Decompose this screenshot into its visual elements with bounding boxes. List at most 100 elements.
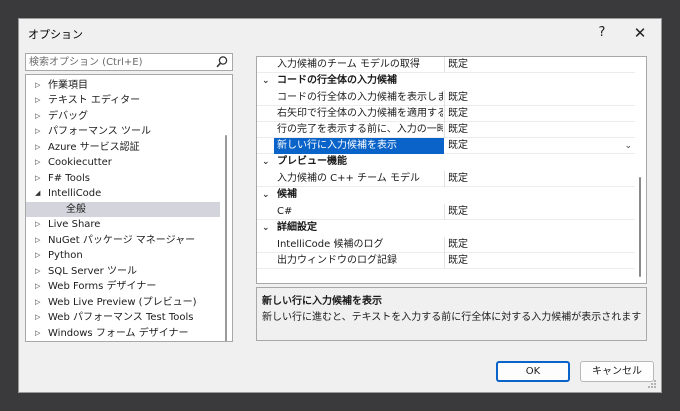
tree-item-nuget[interactable]: ▷ NuGet パッケージ マネージャー <box>26 233 220 248</box>
property-value[interactable]: 既定 <box>448 253 468 269</box>
column-divider <box>444 204 445 220</box>
tree-item-label: 作業項目 <box>48 80 88 91</box>
tree-item-debug[interactable]: ▷ デバッグ <box>26 109 220 124</box>
property-row[interactable]: 右矢印で行全体の入力候補を適用する 既定 <box>257 106 635 122</box>
property-row[interactable]: C# 既定 <box>257 204 635 220</box>
property-value[interactable]: 既定 <box>448 171 468 187</box>
property-name: 行の完了を表示する前に、入力の一時停止を待機します <box>277 124 443 135</box>
property-name: 入力候補のチーム モデルの取得 <box>277 59 420 70</box>
title-bar: オプション ? ✕ <box>19 19 661 47</box>
tree-scrollbar[interactable] <box>225 135 227 341</box>
expand-arrow-icon[interactable]: ▷ <box>35 155 40 170</box>
expand-arrow-icon[interactable]: ▷ <box>35 233 40 248</box>
property-name: IntelliCode 候補のログ <box>277 239 384 250</box>
tree-item-fsharp-tools[interactable]: ▷ F# Tools <box>26 171 220 186</box>
tree-item-label: NuGet パッケージ マネージャー <box>48 235 196 246</box>
collapse-icon[interactable]: ⌄ <box>262 220 270 236</box>
tree-item-web-forms-designer[interactable]: ▷ Web Forms デザイナー <box>26 279 220 294</box>
category-label: プレビュー機能 <box>277 156 347 167</box>
expand-arrow-icon[interactable]: ▷ <box>35 295 40 310</box>
tree-item-label: Live Share <box>48 219 101 230</box>
tree-item-performance-tools[interactable]: ▷ パフォーマンス ツール <box>26 124 220 139</box>
search-icon[interactable] <box>215 55 229 69</box>
column-divider <box>444 122 445 138</box>
property-name: 右矢印で行全体の入力候補を適用する <box>277 108 443 119</box>
tree-item-sql-server-tools[interactable]: ▷ SQL Server ツール <box>26 264 220 279</box>
property-value[interactable]: 既定 <box>448 57 468 73</box>
collapse-icon[interactable]: ⌄ <box>262 73 270 89</box>
property-name: コードの行全体の入力候補を表示します <box>277 92 443 103</box>
expand-arrow-icon[interactable]: ▷ <box>35 279 40 294</box>
grid-scrollbar[interactable] <box>639 177 641 277</box>
cancel-button[interactable]: キャンセル <box>580 361 654 382</box>
column-divider <box>444 90 445 106</box>
collapse-icon[interactable]: ⌄ <box>262 187 270 203</box>
property-row-selected[interactable]: 新しい行に入力候補を表示 既定 ⌄ <box>257 138 635 154</box>
tree-item-label: Python <box>48 250 83 261</box>
column-divider <box>444 57 445 73</box>
expand-arrow-icon[interactable]: ▷ <box>35 217 40 232</box>
category-row[interactable]: ⌄ コードの行全体の入力候補 <box>257 73 635 89</box>
tree-item-web-live-preview[interactable]: ▷ Web Live Preview (プレビュー) <box>26 295 220 310</box>
collapse-arrow-icon[interactable]: ◢ <box>35 186 40 201</box>
property-row[interactable]: 出力ウィンドウのログ記録 既定 <box>257 253 635 269</box>
column-divider <box>444 106 445 122</box>
expand-arrow-icon[interactable]: ▷ <box>35 124 40 139</box>
tree-item-windows-forms-designer[interactable]: ▷ Windows フォーム デザイナー <box>26 326 220 341</box>
expand-arrow-icon[interactable]: ▷ <box>35 140 40 155</box>
property-value[interactable]: 既定 <box>448 106 468 122</box>
property-value[interactable]: 既定 <box>448 138 468 154</box>
options-tree[interactable]: ▷ 作業項目 ▷ テキスト エディター ▷ デバッグ ▷ パフォーマンス ツール ▷ Az… <box>25 74 233 342</box>
tree-item-label: デバッグ <box>48 111 88 122</box>
property-name: 入力候補の C++ チーム モデル <box>277 173 420 184</box>
search-input[interactable] <box>29 55 209 69</box>
tree-item-label: Web パフォーマンス Test Tools <box>48 312 194 323</box>
category-row[interactable]: ⌄ プレビュー機能 <box>257 154 635 170</box>
tree-item-general[interactable]: 全般 <box>26 202 220 217</box>
help-button[interactable]: ? <box>585 21 619 45</box>
tree-item-azure-auth[interactable]: ▷ Azure サービス認証 <box>26 140 220 155</box>
property-value[interactable]: 既定 <box>448 90 468 106</box>
tree-item-work-items[interactable]: ▷ 作業項目 <box>26 78 220 93</box>
property-row[interactable]: 入力候補の C++ チーム モデル 既定 <box>257 171 635 187</box>
tree-item-cookiecutter[interactable]: ▷ Cookiecutter <box>26 155 220 170</box>
property-value[interactable]: 既定 <box>448 204 468 220</box>
property-grid[interactable]: 入力候補のチーム モデルの取得 既定 ⌄ コードの行全体の入力候補 コードの行全体の… <box>256 56 647 284</box>
tree-item-python[interactable]: ▷ Python <box>26 248 220 263</box>
tree-item-intellicode[interactable]: ◢ IntelliCode <box>26 186 220 201</box>
property-row[interactable]: 入力候補のチーム モデルの取得 既定 <box>257 57 635 73</box>
property-row[interactable]: IntelliCode 候補のログ 既定 <box>257 237 635 253</box>
tree-item-live-share[interactable]: ▷ Live Share <box>26 217 220 232</box>
category-label: 詳細設定 <box>277 222 317 233</box>
ok-button[interactable]: OK <box>496 361 570 382</box>
category-label: 候補 <box>277 189 297 200</box>
tree-item-web-performance-test-tools[interactable]: ▷ Web パフォーマンス Test Tools <box>26 310 220 325</box>
property-row[interactable]: コードの行全体の入力候補を表示します 既定 <box>257 90 635 106</box>
expand-arrow-icon[interactable]: ▷ <box>35 264 40 279</box>
collapse-icon[interactable]: ⌄ <box>262 154 270 170</box>
expand-arrow-icon[interactable]: ▷ <box>35 171 40 186</box>
column-divider <box>444 253 445 269</box>
category-row[interactable]: ⌄ 詳細設定 <box>257 220 635 236</box>
property-row[interactable]: 行の完了を表示する前に、入力の一時停止を待機します既定 <box>257 122 635 138</box>
tree-item-label: Windows フォーム デザイナー <box>48 328 189 339</box>
property-value[interactable]: 既定 <box>448 122 468 138</box>
dropdown-chevron-icon[interactable]: ⌄ <box>624 138 632 154</box>
category-row[interactable]: ⌄ 候補 <box>257 187 635 203</box>
search-box[interactable] <box>25 53 233 71</box>
expand-arrow-icon[interactable]: ▷ <box>35 78 40 93</box>
expand-arrow-icon[interactable]: ▷ <box>35 310 40 325</box>
tree-item-text-editor[interactable]: ▷ テキスト エディター <box>26 93 220 108</box>
tree-item-label: SQL Server ツール <box>48 266 137 277</box>
expand-arrow-icon[interactable]: ▷ <box>35 326 40 341</box>
property-name: C# <box>277 206 293 217</box>
resize-grip-icon[interactable] <box>647 379 657 389</box>
expand-arrow-icon[interactable]: ▷ <box>35 93 40 108</box>
description-text: 新しい行に進むと、テキストを入力する前に行全体に対する入力候補が表示されます <box>262 312 642 323</box>
property-value[interactable]: 既定 <box>448 237 468 253</box>
expand-arrow-icon[interactable]: ▷ <box>35 248 40 263</box>
expand-arrow-icon[interactable]: ▷ <box>35 109 40 124</box>
close-button[interactable]: ✕ <box>623 21 657 45</box>
property-name: 新しい行に入力候補を表示 <box>274 138 444 154</box>
options-dialog: オプション ? ✕ ▷ 作業項目 ▷ テキスト エディター ▷ デバッグ ▷ パフォーマ… <box>18 18 662 393</box>
